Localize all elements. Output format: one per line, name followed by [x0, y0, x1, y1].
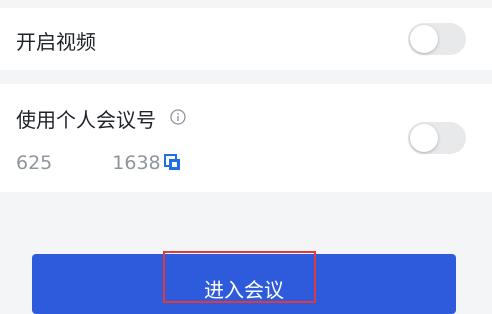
- personal-meeting-id-toggle-knob: [410, 124, 438, 152]
- meeting-id-suffix: 1638: [112, 152, 161, 174]
- personal-meeting-id-row: 使用个人会议号 625 1638: [0, 84, 492, 192]
- video-setting-row: 开启视频: [0, 8, 492, 70]
- video-toggle-knob: [410, 25, 438, 53]
- info-icon[interactable]: [170, 109, 187, 125]
- personal-meeting-id-toggle[interactable]: [408, 122, 466, 154]
- join-meeting-label: 进入会议: [204, 278, 284, 302]
- video-toggle[interactable]: [408, 23, 466, 55]
- video-setting-label: 开启视频: [16, 30, 96, 54]
- join-meeting-button[interactable]: 进入会议: [32, 254, 456, 314]
- personal-meeting-id-label-wrap: 使用个人会议号: [16, 104, 187, 133]
- meeting-id-prefix: 625: [16, 152, 53, 174]
- personal-meeting-id-label: 使用个人会议号: [16, 108, 156, 132]
- copy-icon[interactable]: [164, 154, 181, 171]
- personal-meeting-id-value: 625 1638: [16, 152, 161, 174]
- top-divider-strip: [0, 0, 492, 8]
- meeting-id-redaction: [54, 152, 111, 172]
